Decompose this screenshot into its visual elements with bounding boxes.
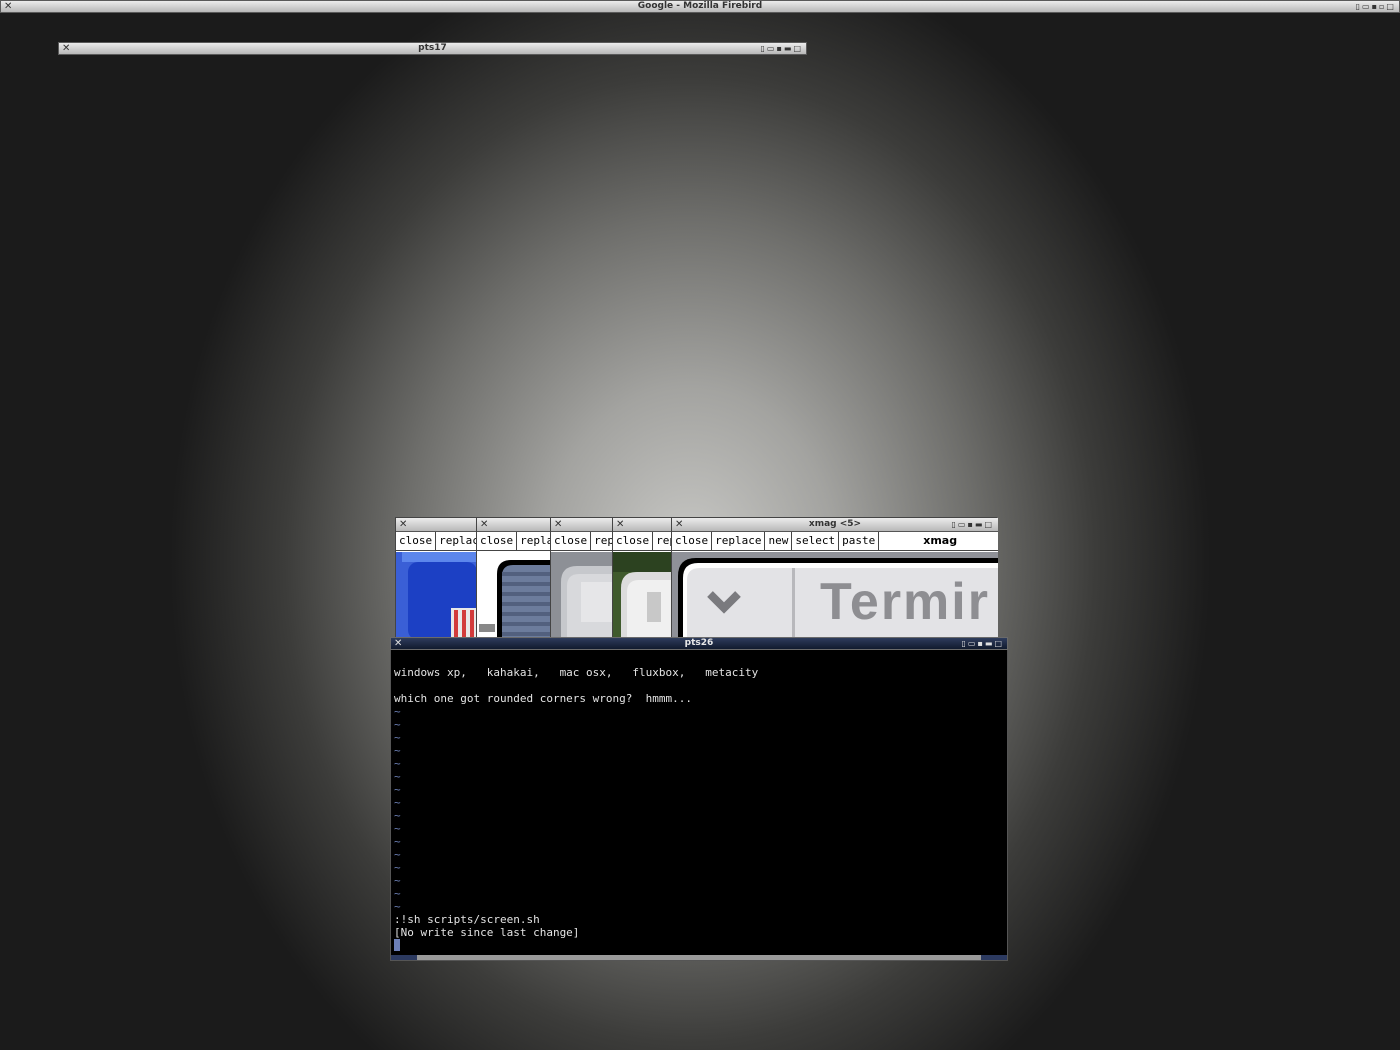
replace-button[interactable]: replac bbox=[436, 532, 476, 550]
terminal-output[interactable]: windows xp, kahakai, mac osx, fluxbox, m… bbox=[394, 666, 758, 952]
close-button[interactable]: close bbox=[396, 532, 437, 550]
xmag-title: xmag <5> bbox=[808, 519, 862, 529]
close-icon[interactable]: ✕ bbox=[554, 518, 562, 531]
close-icon[interactable]: ✕ bbox=[675, 518, 683, 531]
horizontal-scrollbar[interactable] bbox=[391, 955, 1007, 960]
xmag-menu: close repla bbox=[477, 532, 550, 551]
xmag-pane-2: ✕ close repla bbox=[477, 518, 551, 640]
empty-line-marker: ~ bbox=[394, 809, 401, 822]
empty-line-marker: ~ bbox=[394, 731, 401, 744]
close-icon[interactable]: ✕ bbox=[399, 518, 407, 531]
magnified-view[interactable]: Termir bbox=[672, 552, 998, 640]
close-button[interactable]: close bbox=[477, 532, 518, 550]
new-button[interactable]: new bbox=[765, 532, 793, 550]
magnified-view[interactable] bbox=[477, 552, 550, 640]
window-title: Google - Mozilla Firebird bbox=[637, 1, 763, 11]
xmag-main-pane: ✕ xmag <5> ▯▭▪▬□ close replace new select pa… bbox=[672, 518, 998, 640]
xmag-pane-titlebar[interactable]: ✕ bbox=[551, 518, 612, 532]
empty-line-marker: ~ bbox=[394, 783, 401, 796]
replace-button[interactable]: repla bbox=[517, 532, 550, 550]
window-title: pts26 bbox=[684, 638, 714, 648]
window-controls[interactable]: ▯▭▪▬□ bbox=[962, 638, 1005, 649]
empty-line-marker: ~ bbox=[394, 744, 401, 757]
close-icon[interactable]: ✕ bbox=[394, 638, 402, 649]
terminal-titlebar[interactable]: ✕ pts26 ▯▭▪▬□ bbox=[390, 637, 1008, 650]
text-cursor bbox=[394, 939, 400, 951]
xmag-menu: closerep bbox=[551, 532, 612, 551]
xmag-pane-1: ✕ close replac bbox=[396, 518, 477, 640]
select-button[interactable]: select bbox=[792, 532, 840, 550]
xmag-pane-titlebar[interactable]: ✕ bbox=[396, 518, 476, 532]
window-controls[interactable]: ▯▭▪▬□ bbox=[761, 43, 804, 54]
paste-button[interactable]: paste bbox=[839, 532, 880, 550]
xmag-pane-titlebar[interactable]: ✕ bbox=[613, 518, 671, 532]
close-icon[interactable]: ✕ bbox=[480, 518, 488, 531]
empty-line-marker: ~ bbox=[394, 705, 401, 718]
terminal-line: which one got rounded corners wrong? hmm… bbox=[394, 692, 693, 705]
close-icon[interactable]: ✕ bbox=[4, 1, 12, 12]
empty-line-marker: ~ bbox=[394, 835, 401, 848]
empty-line-marker: ~ bbox=[394, 900, 401, 913]
xmag-pane-3: ✕ close rep bbox=[551, 518, 613, 640]
xmag-menu: close replac bbox=[396, 532, 476, 551]
close-button[interactable]: close bbox=[672, 532, 713, 550]
terminal-status-line: [No write since last change] bbox=[394, 926, 580, 939]
empty-line-marker: ~ bbox=[394, 887, 401, 900]
replace-button[interactable]: rep bbox=[591, 532, 612, 550]
xmag-menu: close replace new select paste xmag bbox=[672, 532, 998, 551]
magnified-view[interactable] bbox=[613, 552, 671, 640]
empty-line-marker: ~ bbox=[394, 718, 401, 731]
window-controls[interactable]: ▯▭▪▫□ bbox=[1356, 1, 1396, 12]
window-controls[interactable]: ▯▭▪▬□ bbox=[952, 518, 995, 531]
empty-line-marker: ~ bbox=[394, 861, 401, 874]
scrollbar-thumb[interactable] bbox=[417, 955, 981, 960]
magnified-view[interactable] bbox=[551, 552, 612, 640]
xmag-pane-4: ✕ closerep bbox=[613, 518, 672, 640]
xmag-pane-titlebar[interactable]: ✕ bbox=[477, 518, 550, 532]
xmag-menu: closerep bbox=[613, 532, 671, 551]
close-button[interactable]: close bbox=[613, 532, 654, 550]
terminal-command-line: :!sh scripts/screen.sh bbox=[394, 913, 540, 926]
empty-line-marker: ~ bbox=[394, 796, 401, 809]
firebird-titlebar[interactable]: ✕ Google - Mozilla Firebird ▯▭▪▫□ bbox=[0, 0, 1400, 13]
close-button[interactable]: close bbox=[551, 532, 592, 550]
magnified-title-text: Termir bbox=[820, 573, 990, 631]
xmag-titlebar[interactable]: ✕ xmag <5> ▯▭▪▬□ bbox=[672, 518, 998, 532]
pts17-titlebar[interactable]: ✕ pts17 ▯▭▪▬□ bbox=[58, 42, 807, 55]
magnified-view[interactable] bbox=[396, 552, 476, 640]
replace-button[interactable]: replace bbox=[712, 532, 766, 550]
empty-line-marker: ~ bbox=[394, 757, 401, 770]
empty-line-marker: ~ bbox=[394, 822, 401, 835]
close-icon[interactable]: ✕ bbox=[62, 43, 70, 54]
xmag-group: ✕ close replac ✕ close repla ✕ close rep… bbox=[395, 517, 998, 640]
replace-button[interactable]: rep bbox=[653, 532, 671, 550]
window-title: pts17 bbox=[418, 43, 447, 53]
empty-line-marker: ~ bbox=[394, 848, 401, 861]
close-icon[interactable]: ✕ bbox=[616, 518, 624, 531]
xmag-label: xmag bbox=[923, 534, 958, 547]
empty-line-marker: ~ bbox=[394, 874, 401, 887]
terminal-window[interactable]: ✕ pts26 ▯▭▪▬□ windows xp, kahakai, mac o… bbox=[390, 637, 1008, 961]
empty-line-marker: ~ bbox=[394, 770, 401, 783]
terminal-line: windows xp, kahakai, mac osx, fluxbox, m… bbox=[394, 666, 759, 679]
